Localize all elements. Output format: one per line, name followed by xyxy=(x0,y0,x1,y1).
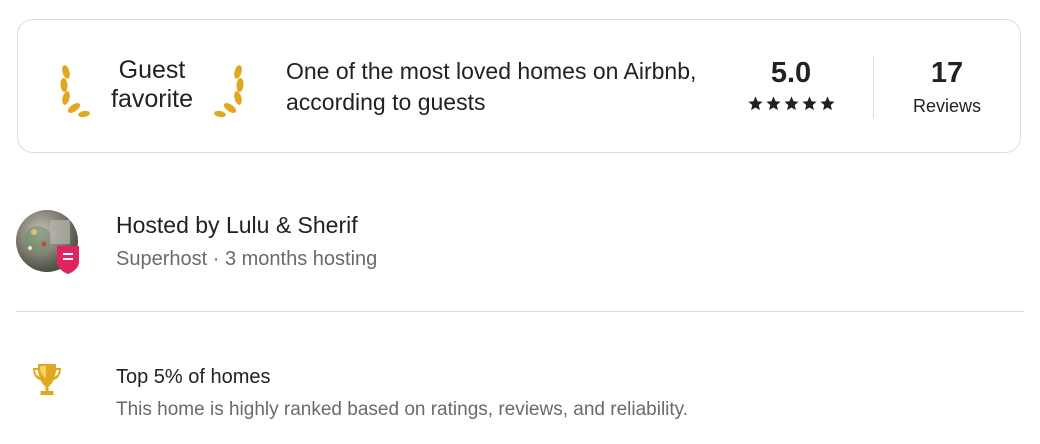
highlight-title: Top 5% of homes xyxy=(116,366,271,388)
superhost-badge-icon xyxy=(57,246,79,274)
guest-favorite-card: Guest favorite One of the most loved hom… xyxy=(17,19,1021,153)
host-avatar-link[interactable] xyxy=(16,210,80,274)
guest-favorite-badge: Guest favorite xyxy=(94,56,210,114)
laurel-left-icon xyxy=(60,65,90,118)
host-name: Hosted by Lulu & Sherif xyxy=(116,212,358,238)
highlight-description: This home is highly ranked based on rati… xyxy=(116,399,689,420)
rating-block: 5.0 xyxy=(730,56,852,112)
rating-value: 5.0 xyxy=(770,57,812,89)
trophy-icon xyxy=(33,364,61,395)
reviews-label: Reviews xyxy=(912,96,982,116)
laurel-right-icon xyxy=(214,65,244,118)
reviews-count: 17 xyxy=(930,57,964,89)
guest-favorite-description: One of the most loved homes on Airbnb, a… xyxy=(286,58,697,115)
stats-divider xyxy=(873,56,874,118)
host-subtitle: Superhost · 3 months hosting xyxy=(116,248,378,270)
star-icon xyxy=(765,96,781,111)
star-icon xyxy=(747,96,763,111)
star-icon xyxy=(783,96,799,111)
badge-line-1: Guest xyxy=(118,56,186,84)
star-icon xyxy=(801,96,817,111)
star-rating xyxy=(730,95,852,112)
section-divider xyxy=(16,311,1024,312)
star-icon xyxy=(819,96,835,111)
reviews-link[interactable]: 17 Reviews xyxy=(894,56,1000,117)
badge-line-2: favorite xyxy=(111,85,193,113)
